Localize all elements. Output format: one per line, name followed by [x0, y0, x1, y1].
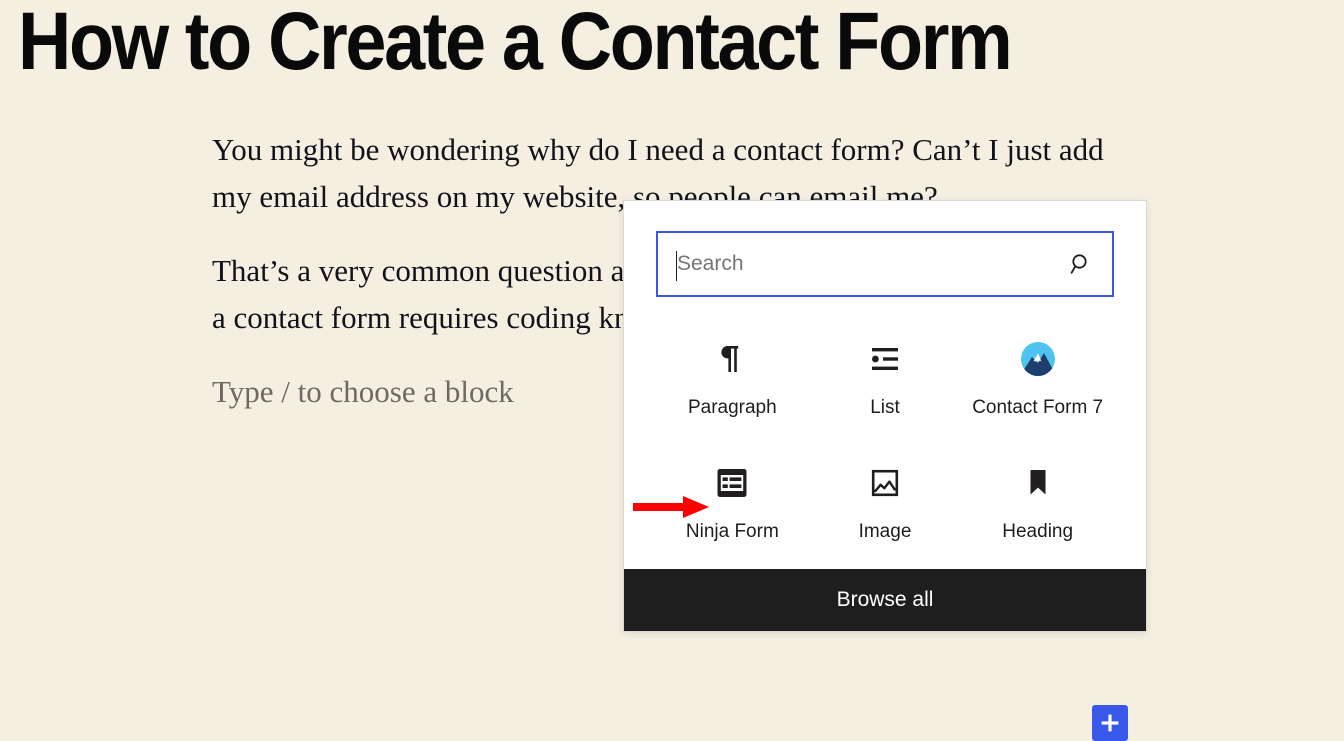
browse-all-button[interactable]: Browse all [624, 569, 1146, 631]
ninja-form-icon [710, 461, 754, 505]
block-item-ninja-form[interactable]: Ninja Form [656, 447, 809, 553]
block-item-list[interactable]: List [809, 323, 962, 429]
block-item-label: Contact Form 7 [972, 397, 1104, 418]
text-caret [676, 251, 677, 281]
block-item-label: Paragraph [687, 397, 777, 418]
search-field-wrapper[interactable] [656, 231, 1114, 297]
search-input[interactable] [658, 233, 1112, 295]
contact-form-7-icon [1016, 337, 1060, 381]
block-item-label: Ninja Form [685, 521, 779, 542]
inserter-body: Paragraph List [624, 201, 1146, 569]
block-inserter-popover: Paragraph List [623, 200, 1147, 632]
block-item-image[interactable]: Image [809, 447, 962, 553]
block-type-grid: Paragraph List Contact Form 7 Ninja Form… [656, 323, 1114, 553]
image-icon [863, 461, 907, 505]
page-title[interactable]: How to Create a Contact Form [18, 0, 1206, 90]
plus-icon [1101, 714, 1119, 732]
block-item-contact-form-7[interactable]: Contact Form 7 [961, 323, 1114, 429]
add-block-button[interactable] [1092, 705, 1128, 741]
list-icon [863, 337, 907, 381]
block-item-label: List [870, 397, 900, 418]
block-item-heading[interactable]: Heading [961, 447, 1114, 553]
search-icon[interactable] [1068, 251, 1094, 277]
block-item-paragraph[interactable]: Paragraph [656, 323, 809, 429]
heading-icon [1016, 461, 1060, 505]
block-item-label: Heading [1002, 521, 1074, 542]
paragraph-icon [710, 337, 754, 381]
block-item-label: Image [858, 521, 912, 542]
